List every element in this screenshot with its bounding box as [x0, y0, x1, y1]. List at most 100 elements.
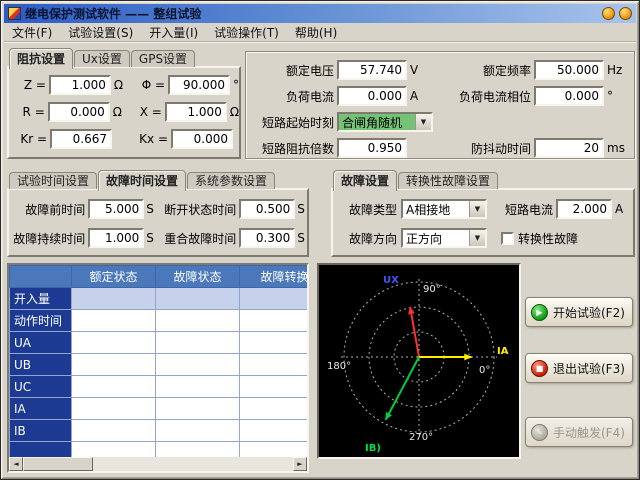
table-row[interactable]: UB [10, 354, 310, 376]
tab-fault-time-settings[interactable]: 故障时间设置 [98, 170, 186, 191]
table-row[interactable]: UC [10, 376, 310, 398]
table-row[interactable]: UA [10, 332, 310, 354]
rated-frequency-input[interactable] [534, 60, 604, 80]
table-cell[interactable] [72, 354, 156, 376]
manual-trigger-button[interactable]: ✎ 手动触发(F4) [525, 417, 633, 447]
load-phase-label: 负荷电流相位 [427, 88, 531, 105]
table-cell[interactable] [72, 376, 156, 398]
table-cell[interactable] [156, 376, 240, 398]
scroll-thumb[interactable] [23, 457, 93, 471]
table-cell[interactable] [72, 288, 156, 310]
table-row[interactable]: IA [10, 398, 310, 420]
table-cell[interactable] [240, 310, 310, 332]
tab-impedance-settings[interactable]: 阻抗设置 [9, 48, 73, 69]
fault-direction-combo[interactable]: 正方向 ▼ [401, 228, 487, 248]
tab-test-time-settings[interactable]: 试验时间设置 [9, 172, 97, 189]
deg90-label: 90° [423, 284, 441, 295]
convertible-fault-checkbox[interactable]: 转换性故障 [501, 230, 578, 247]
row-header: UA [10, 332, 72, 354]
exit-test-button[interactable]: ■ 退出试验(F3) [525, 353, 633, 383]
table-cell[interactable] [72, 420, 156, 442]
kr-input[interactable] [50, 129, 112, 149]
menu-file[interactable]: 文件(F) [4, 22, 60, 43]
manual-trigger-icon: ✎ [531, 424, 548, 441]
short-start-label: 短路起始时刻 [248, 114, 334, 131]
load-current-input[interactable] [337, 86, 407, 106]
fault-duration-input[interactable] [88, 228, 144, 248]
row-header: 动作时间 [10, 310, 72, 332]
table-cell[interactable] [240, 398, 310, 420]
table-row[interactable]: IB [10, 420, 310, 442]
reclose-fault-time-input[interactable] [239, 228, 295, 248]
table-cell[interactable] [72, 310, 156, 332]
action-buttons: ▶ 开始试验(F2) ■ 退出试验(F3) ✎ 手动触发(F4) [525, 263, 637, 473]
table-row[interactable]: 开入量 [10, 288, 310, 310]
tab-gps-settings[interactable]: GPS设置 [131, 50, 195, 67]
fault-type-combo[interactable]: A相接地 ▼ [401, 199, 487, 219]
open-state-time-input[interactable] [239, 199, 295, 219]
tab-system-parameter-settings[interactable]: 系统参数设置 [187, 172, 275, 189]
short-start-combo[interactable]: 合闸角随机 ▼ [337, 112, 433, 132]
table-cell[interactable] [156, 420, 240, 442]
debounce-label: 防抖动时间 [427, 140, 531, 157]
tab-convertible-fault-settings[interactable]: 转换性故障设置 [398, 172, 498, 189]
table-row[interactable]: 动作时间 [10, 310, 310, 332]
exit-icon: ■ [531, 360, 548, 377]
start-test-button[interactable]: ▶ 开始试验(F2) [525, 297, 633, 327]
table-cell[interactable] [72, 398, 156, 420]
kx-input[interactable] [171, 129, 233, 149]
table-cell[interactable] [156, 398, 240, 420]
phi-input[interactable] [168, 75, 230, 95]
r-input[interactable] [48, 102, 110, 122]
table-cell[interactable] [156, 354, 240, 376]
horizontal-scrollbar[interactable]: ◄ ► [9, 457, 307, 471]
open-state-time-unit: S [295, 202, 307, 216]
status-table: 额定状态 故障状态 故障转换 开入量动作时间UAUBUCIAIB ◄ ► [7, 263, 309, 473]
chevron-down-icon[interactable]: ▼ [469, 230, 485, 246]
debounce-input[interactable] [534, 138, 604, 158]
chevron-down-icon[interactable]: ▼ [415, 114, 431, 130]
table-cell[interactable] [156, 288, 240, 310]
impedance-ratio-input[interactable] [337, 138, 407, 158]
close-button[interactable] [619, 7, 632, 20]
reclose-fault-time-unit: S [295, 231, 307, 245]
z-label: Z = [17, 78, 46, 92]
table-cell[interactable] [240, 420, 310, 442]
table-cell[interactable] [240, 376, 310, 398]
scroll-track[interactable] [93, 457, 293, 471]
z-unit: Ω [111, 78, 130, 92]
tab-ux-settings[interactable]: Ux设置 [74, 50, 130, 67]
kr-label: Kr = [17, 132, 47, 146]
table-cell[interactable] [156, 310, 240, 332]
x-input[interactable] [165, 102, 227, 122]
fault-settings-panel: 故障设置 转换性故障设置 故障类型 A相接地 ▼ 短路电流 A 故障方向 正方向… [331, 169, 635, 257]
app-window: 继电保护测试软件 —— 整组试验 文件(F) 试验设置(S) 开入量(I) 试验… [0, 0, 640, 480]
z-input[interactable] [49, 75, 111, 95]
scroll-left-button[interactable]: ◄ [9, 457, 23, 471]
chevron-down-icon[interactable]: ▼ [469, 201, 485, 217]
scroll-right-button[interactable]: ► [293, 457, 307, 471]
rated-voltage-input[interactable] [337, 60, 407, 80]
rated-frequency-unit: Hz [604, 63, 624, 77]
deg180-label: 180° [327, 361, 351, 372]
table-cell[interactable] [240, 288, 310, 310]
checkbox-icon[interactable] [501, 232, 514, 245]
menu-help[interactable]: 帮助(H) [287, 22, 345, 43]
load-phase-input[interactable] [534, 86, 604, 106]
fault-tab-body: 故障类型 A相接地 ▼ 短路电流 A 故障方向 正方向 ▼ 转换性故障 [331, 188, 635, 257]
table-cell[interactable] [156, 332, 240, 354]
vector-ia-arrowhead [464, 354, 471, 361]
table-cell[interactable] [240, 332, 310, 354]
table-cell[interactable] [72, 332, 156, 354]
menu-test-settings[interactable]: 试验设置(S) [60, 22, 141, 43]
pre-fault-time-input[interactable] [88, 199, 144, 219]
fault-type-value: A相接地 [403, 201, 469, 218]
short-current-input[interactable] [556, 199, 612, 219]
minimize-button[interactable] [602, 7, 615, 20]
menu-digital-inputs[interactable]: 开入量(I) [141, 22, 206, 43]
table-cell[interactable] [240, 354, 310, 376]
open-state-time-label: 断开状态时间 [156, 201, 236, 218]
timing-panel: 试验时间设置 故障时间设置 系统参数设置 故障前时间 S 断开状态时间 S 故障… [7, 169, 309, 257]
menu-test-operation[interactable]: 试验操作(T) [206, 22, 287, 43]
tab-fault-settings[interactable]: 故障设置 [333, 170, 397, 191]
